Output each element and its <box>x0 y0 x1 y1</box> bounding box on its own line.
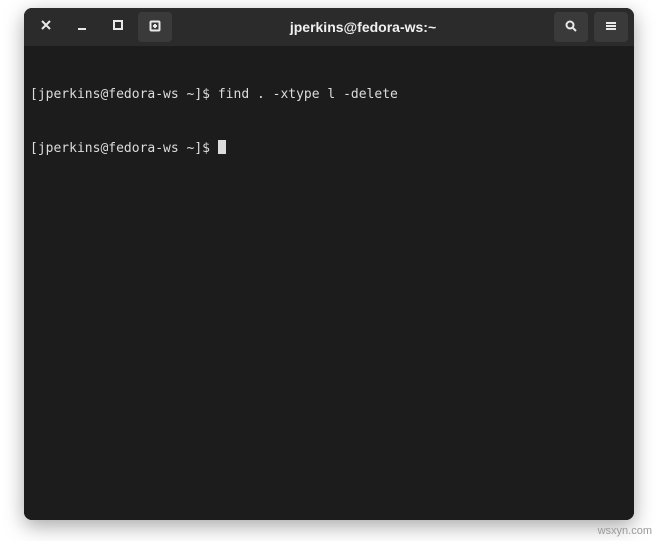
window-controls-right <box>554 12 628 42</box>
search-button[interactable] <box>554 12 588 42</box>
prompt: [jperkins@fedora-ws ~]$ <box>30 141 218 156</box>
menu-button[interactable] <box>594 12 628 42</box>
hamburger-icon <box>604 19 618 36</box>
minimize-button[interactable] <box>66 12 98 40</box>
maximize-button[interactable] <box>102 12 134 40</box>
minimize-icon <box>75 18 89 35</box>
command-text: find . -xtype l -delete <box>218 87 398 102</box>
terminal-line: [jperkins@fedora-ws ~]$ find . -xtype l … <box>30 86 628 104</box>
terminal-body[interactable]: [jperkins@fedora-ws ~]$ find . -xtype l … <box>24 46 634 520</box>
window-controls-left <box>30 12 172 42</box>
maximize-icon <box>111 18 125 35</box>
new-tab-icon <box>148 19 162 36</box>
close-icon <box>39 18 53 35</box>
terminal-line: [jperkins@fedora-ws ~]$ <box>30 140 628 158</box>
titlebar: jperkins@fedora-ws:~ <box>24 8 634 46</box>
cursor <box>218 140 226 154</box>
new-tab-button[interactable] <box>138 12 172 42</box>
close-button[interactable] <box>30 12 62 40</box>
window-title: jperkins@fedora-ws:~ <box>176 19 550 35</box>
terminal-window: jperkins@fedora-ws:~ [jperkins@fedora-ws… <box>24 8 634 520</box>
watermark: wsxyn.com <box>598 525 652 537</box>
prompt: [jperkins@fedora-ws ~]$ <box>30 87 218 102</box>
search-icon <box>564 19 578 36</box>
